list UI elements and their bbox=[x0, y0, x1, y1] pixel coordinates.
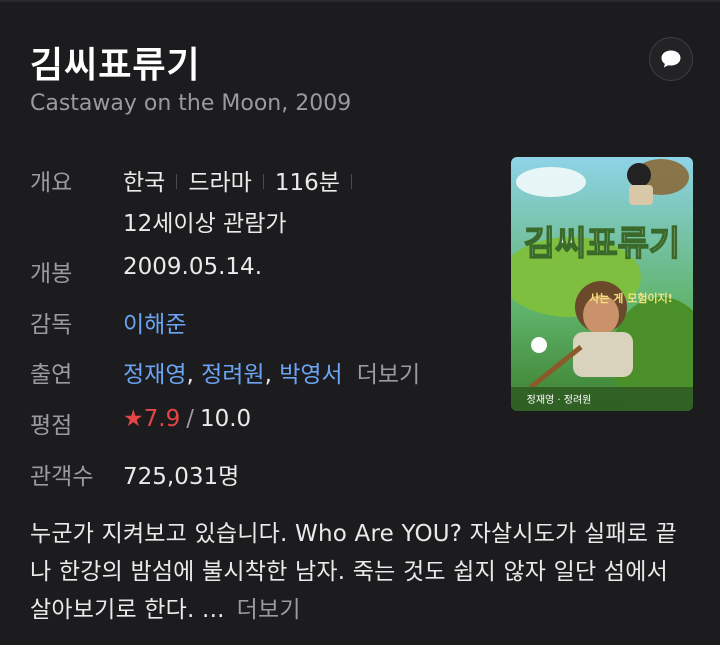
age-rating: 12세이상 관람가 bbox=[123, 211, 287, 237]
poster-tagline: 사는 게 모험이지! bbox=[589, 291, 673, 305]
plot-summary: 누군가 지켜보고 있습니다. Who Are YOU? 자살시도가 실패로 끝나… bbox=[30, 515, 695, 629]
cast-label: 출연 bbox=[30, 362, 73, 388]
score-separator: / bbox=[186, 406, 194, 432]
runtime: 116분 bbox=[274, 170, 340, 196]
movie-subtitle: Castaway on the Moon, 2009 bbox=[30, 91, 352, 116]
director-row: 감독 이해준 bbox=[30, 305, 186, 339]
poster-image: 김씨표류기 사는 게 모험이지! 정재영 · 정려원 bbox=[511, 157, 693, 411]
overview-label: 개요 bbox=[30, 170, 73, 196]
score-row: 평점 ★7.9/10.0 bbox=[30, 406, 251, 440]
divider bbox=[262, 174, 264, 189]
comma: , bbox=[186, 362, 202, 388]
poster-names: 정재영 · 정려원 bbox=[527, 394, 592, 406]
comma: , bbox=[264, 362, 280, 388]
score-max: 10.0 bbox=[199, 406, 252, 432]
country: 한국 bbox=[123, 170, 166, 196]
score-label: 평점 bbox=[30, 413, 73, 439]
director-label: 감독 bbox=[30, 312, 73, 338]
summary-text: 누군가 지켜보고 있습니다. Who Are YOU? 자살시도가 실패로 끝나… bbox=[30, 521, 677, 623]
cast-link[interactable]: 박영서 bbox=[279, 362, 342, 388]
speech-bubble-icon bbox=[661, 50, 681, 68]
age-rating-row: 12세이상 관람가 bbox=[123, 204, 287, 238]
star-icon: ★ bbox=[123, 406, 144, 432]
director-link[interactable]: 이해준 bbox=[123, 312, 186, 338]
release-label: 개봉 bbox=[30, 261, 73, 287]
cast-link[interactable]: 정재영 bbox=[123, 362, 186, 388]
audience-label: 관객수 bbox=[30, 464, 94, 490]
movie-title: 김씨표류기 bbox=[30, 45, 201, 86]
score-value: 7.9 bbox=[143, 406, 181, 432]
divider bbox=[176, 174, 178, 189]
summary-more-button[interactable]: 더보기 bbox=[237, 597, 301, 623]
cast-row: 출연 정재영, 정려원, 박영서 더보기 bbox=[30, 355, 420, 389]
cast-link[interactable]: 정려원 bbox=[201, 362, 264, 388]
overview-row: 개요 한국 드라마 116분 bbox=[30, 163, 363, 197]
audience-row: 관객수 725,031명 bbox=[30, 457, 239, 491]
audience-count: 725,031명 bbox=[123, 464, 240, 490]
genre: 드라마 bbox=[188, 170, 252, 196]
release-date: 2009.05.14. bbox=[123, 254, 262, 280]
comment-button[interactable] bbox=[649, 37, 693, 81]
overview-value: 한국 드라마 116분 bbox=[123, 163, 363, 197]
release-row: 개봉 2009.05.14. bbox=[30, 254, 262, 288]
cast-more-button[interactable]: 더보기 bbox=[357, 362, 420, 388]
divider bbox=[350, 174, 352, 189]
movie-poster[interactable]: 김씨표류기 사는 게 모험이지! 정재영 · 정려원 bbox=[511, 157, 693, 411]
top-divider bbox=[0, 0, 720, 2]
poster-title: 김씨표류기 bbox=[524, 224, 680, 264]
